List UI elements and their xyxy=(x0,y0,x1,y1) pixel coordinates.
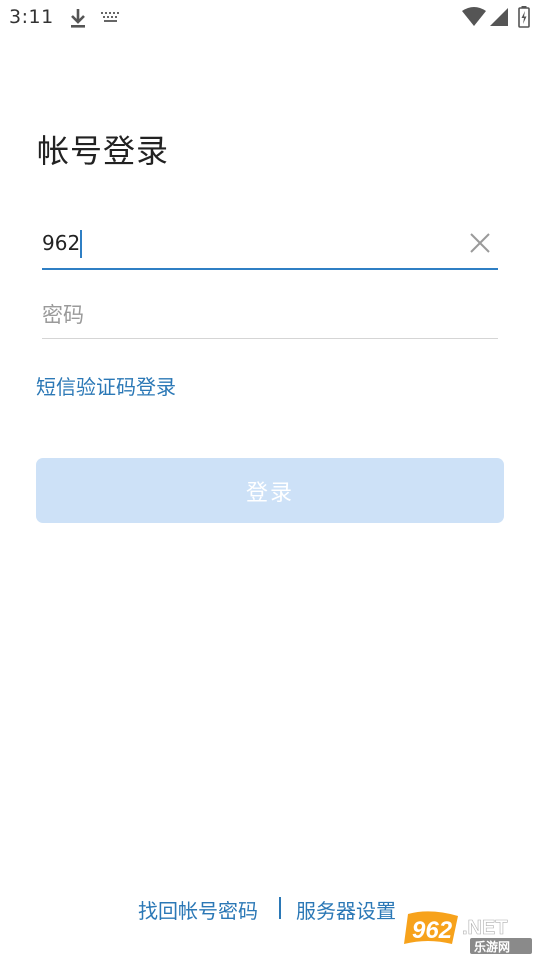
password-field[interactable] xyxy=(42,293,498,339)
status-time: 3:11 xyxy=(9,6,54,28)
keyboard-icon xyxy=(101,12,119,22)
clear-icon[interactable] xyxy=(468,231,492,255)
login-button[interactable]: 登录 xyxy=(36,458,504,523)
text-caret xyxy=(80,230,82,258)
password-input[interactable] xyxy=(42,293,498,337)
svg-text:乐游网: 乐游网 xyxy=(474,939,510,954)
wifi-icon xyxy=(462,7,486,26)
watermark-logo: 962 .NET 乐游网 xyxy=(404,911,532,954)
find-password-link[interactable]: 找回帐号密码 xyxy=(138,895,258,924)
svg-text:962: 962 xyxy=(412,917,453,944)
signal-icon xyxy=(490,8,508,26)
sms-login-link[interactable]: 短信验证码登录 xyxy=(36,371,176,400)
account-field[interactable] xyxy=(42,222,498,270)
page-title: 帐号登录 xyxy=(37,132,170,170)
battery-charging-icon xyxy=(518,6,530,28)
account-input[interactable] xyxy=(42,222,452,264)
download-icon xyxy=(71,9,85,28)
svg-text:.NET: .NET xyxy=(462,917,508,939)
server-settings-link[interactable]: 服务器设置 xyxy=(296,895,396,924)
footer-divider xyxy=(279,897,281,919)
status-bar: 3:11 xyxy=(0,0,540,36)
